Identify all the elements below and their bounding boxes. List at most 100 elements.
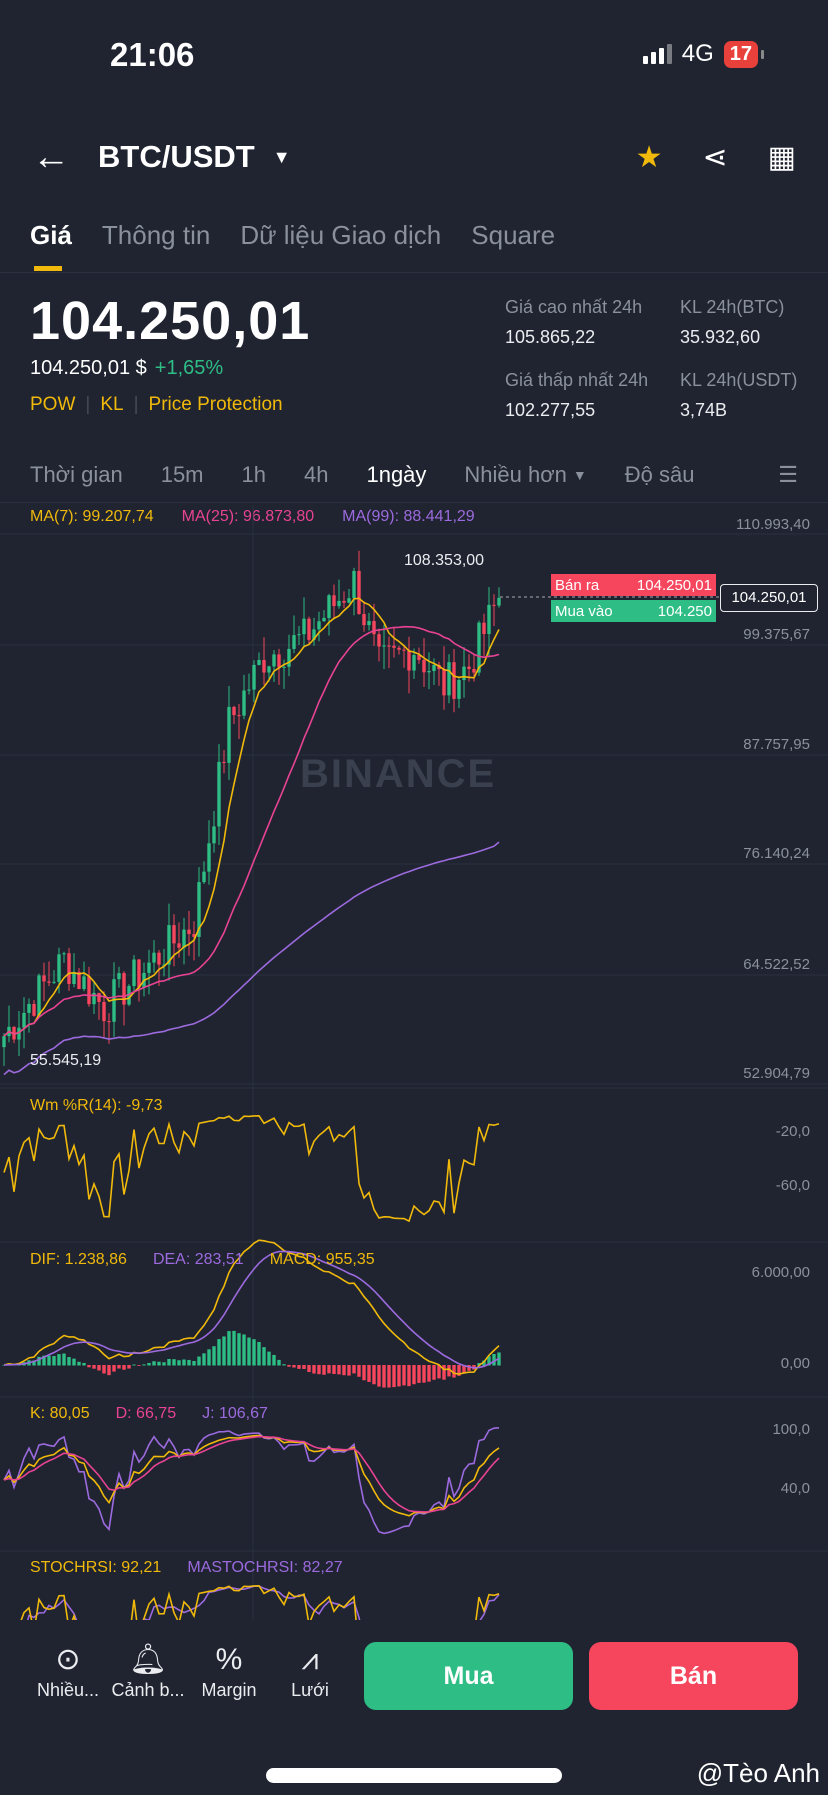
macd-bar [237, 1333, 241, 1366]
grid-bot-icon: ⩘ [301, 1643, 319, 1676]
macd-bar [92, 1365, 96, 1369]
candle [187, 929, 191, 935]
ma99-line [3, 841, 500, 1076]
bell-icon: 🔔︎ [128, 1643, 168, 1676]
macd-bar [67, 1357, 71, 1366]
more-button[interactable]: ⊙ Nhiều... [28, 1640, 108, 1701]
macd-bar [377, 1365, 381, 1387]
grid-button[interactable]: ⩘ Lưới [270, 1640, 350, 1701]
candle [52, 981, 56, 983]
candle [462, 666, 466, 681]
high-marker: 108.353,00 [404, 552, 485, 569]
macd-bar [102, 1365, 106, 1374]
macd-bar [427, 1365, 431, 1382]
candle [382, 645, 386, 647]
macd-bar [132, 1364, 136, 1366]
axis-label: 76.140,24 [743, 845, 810, 862]
macd-bar [407, 1365, 411, 1387]
candle [447, 662, 451, 696]
candle [22, 1012, 26, 1028]
macd-bar [247, 1337, 251, 1366]
candle [282, 666, 286, 668]
ask-tag: Bán ra 104.250,01 [551, 574, 716, 596]
macd-bar [212, 1346, 216, 1366]
axis-label: 6.000,00 [751, 1264, 810, 1281]
candle [267, 666, 271, 673]
alert-button[interactable]: 🔔︎ Cảnh b... [108, 1640, 188, 1701]
candle [377, 634, 381, 647]
axis-label: 64.522,52 [743, 956, 810, 973]
macd-bar [87, 1365, 91, 1368]
candle [457, 680, 461, 699]
macd-bar [357, 1365, 361, 1377]
candle [332, 595, 336, 607]
macd-bar [232, 1330, 236, 1366]
candle [182, 929, 186, 948]
candle [327, 595, 331, 618]
candle [302, 618, 306, 635]
macd-bar [157, 1361, 161, 1366]
macd-bar [252, 1339, 256, 1366]
candle [257, 659, 261, 665]
candle [87, 976, 91, 1005]
macd-bar [342, 1365, 346, 1376]
candle [27, 1003, 31, 1013]
macd-bar [177, 1360, 181, 1366]
last-price-tag: 104.250,01 [720, 584, 818, 612]
candle [427, 671, 431, 673]
macd-bar [172, 1359, 176, 1366]
macd-bar [317, 1365, 321, 1375]
candle [57, 954, 61, 982]
candle [157, 952, 161, 965]
macd-bar [127, 1365, 131, 1369]
macd-bar [282, 1364, 286, 1366]
buy-button[interactable]: Mua [364, 1642, 573, 1710]
macd-bar [147, 1362, 151, 1366]
chart-canvas[interactable] [0, 0, 828, 1795]
macd-bar [257, 1341, 261, 1366]
candle [217, 761, 221, 827]
candle [322, 617, 326, 622]
macd-bar [107, 1365, 111, 1376]
home-indicator[interactable] [266, 1768, 562, 1783]
macd-bar [217, 1339, 221, 1366]
macd-bar [437, 1365, 441, 1379]
candle [247, 689, 251, 691]
axis-label: 40,0 [780, 1480, 810, 1497]
bid-label: Mua vào [555, 602, 613, 620]
macd-bar [417, 1365, 421, 1383]
axis-label: 52.904,79 [743, 1065, 810, 1082]
user-watermark: @Tèo Anh [696, 1758, 820, 1788]
macd-bar [97, 1365, 101, 1371]
binance-watermark: BINANCE [300, 752, 497, 796]
wr-legend: Wm %R(14): -9,73 [30, 1097, 162, 1115]
macd-bar [162, 1362, 166, 1366]
macd-bar [422, 1365, 426, 1383]
candle [212, 826, 216, 844]
macd-bar [402, 1365, 406, 1386]
candle [102, 1001, 106, 1022]
candle [252, 664, 256, 690]
candle [342, 600, 346, 603]
macd-bar [117, 1365, 121, 1369]
macd-bar [347, 1365, 351, 1376]
candle [32, 1003, 36, 1016]
kdj-legend: K: 80,05 D: 66,75 J: 106,67 [30, 1405, 268, 1423]
sell-button[interactable]: Bán [589, 1642, 798, 1710]
candle [132, 959, 136, 987]
candle [117, 973, 121, 980]
candle [442, 669, 446, 696]
axis-label: 100,0 [772, 1421, 810, 1438]
candle [287, 648, 291, 667]
candle [82, 976, 86, 990]
candle [392, 645, 396, 648]
macd-bar [297, 1365, 301, 1369]
candle [362, 614, 366, 626]
candle [97, 992, 101, 1002]
d-line [3, 1435, 500, 1513]
candle [372, 621, 376, 635]
margin-button[interactable]: % Margin [189, 1640, 269, 1701]
candle [487, 604, 491, 635]
candle [307, 618, 311, 640]
candle [297, 634, 301, 636]
